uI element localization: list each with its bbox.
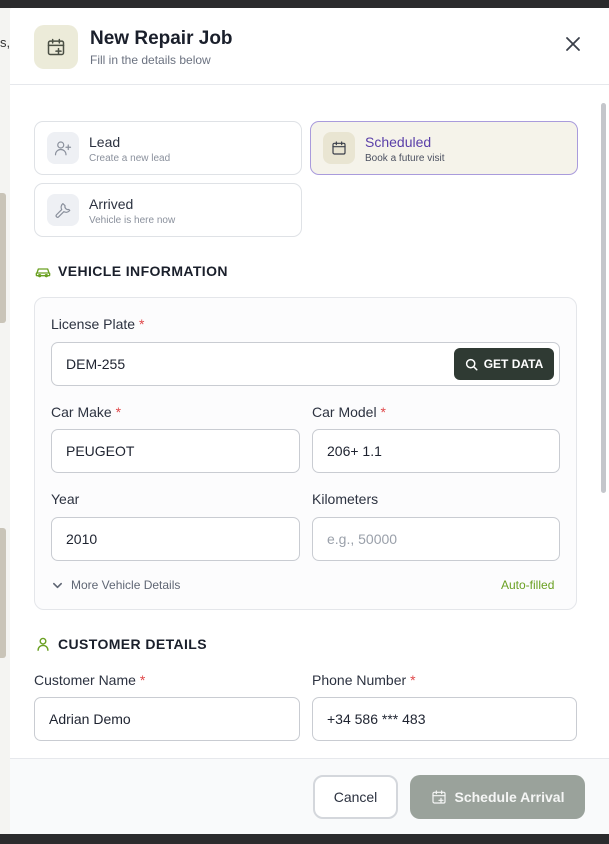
cancel-button[interactable]: Cancel (313, 775, 398, 819)
customer-name-label: Customer Name * (34, 672, 145, 688)
car-model-label-text: Car Model (312, 404, 377, 420)
phone-number-input[interactable] (312, 697, 577, 741)
job-type-label: Lead (89, 134, 121, 150)
get-data-label: GET DATA (483, 357, 544, 371)
background-card (0, 193, 6, 323)
schedule-arrival-button[interactable]: Schedule Arrival (410, 775, 585, 819)
phone-number-label: Phone Number * (312, 672, 416, 688)
kilometers-input[interactable] (312, 517, 560, 561)
required-marker: * (138, 316, 145, 332)
year-input[interactable] (51, 517, 300, 561)
calendar-icon (323, 132, 355, 164)
customer-name-input[interactable] (34, 697, 300, 741)
vehicle-section-label: VEHICLE INFORMATION (58, 263, 228, 279)
car-make-input[interactable] (51, 429, 300, 473)
schedule-arrival-label: Schedule Arrival (454, 789, 565, 805)
car-make-label: Car Make * (51, 404, 121, 420)
job-type-lead[interactable]: Lead Create a new lead (34, 121, 302, 175)
car-model-label: Car Model * (312, 404, 386, 420)
get-data-button[interactable]: GET DATA (454, 348, 554, 380)
modal-title: New Repair Job (90, 28, 233, 49)
vehicle-section-title: VEHICLE INFORMATION (34, 262, 228, 280)
job-type-description: Vehicle is here now (89, 215, 176, 226)
more-vehicle-details-toggle[interactable]: More Vehicle Details (52, 578, 180, 592)
modal-subtitle: Fill in the details below (90, 53, 211, 67)
required-marker: * (115, 404, 122, 420)
user-plus-icon (47, 132, 79, 164)
background-card (0, 528, 6, 658)
more-details-label: More Vehicle Details (71, 578, 181, 592)
year-label: Year (51, 491, 80, 507)
job-type-scheduled[interactable]: Scheduled Book a future visit (310, 121, 578, 175)
scrollbar-thumb[interactable] (601, 103, 606, 493)
close-button[interactable] (562, 33, 584, 55)
car-make-label-text: Car Make (51, 404, 112, 420)
required-marker: * (410, 672, 416, 688)
license-plate-label-text: License Plate (51, 316, 136, 332)
calendar-plus-icon (34, 25, 78, 69)
background-text: s, (0, 35, 11, 50)
required-marker: * (380, 404, 386, 420)
customer-name-label-text: Customer Name (34, 672, 136, 688)
modal-header: New Repair Job Fill in the details below (10, 8, 609, 85)
user-icon (34, 635, 52, 653)
auto-filled-badge: Auto-filled (501, 578, 555, 592)
job-type-label: Arrived (89, 196, 134, 212)
chevron-down-icon (53, 582, 62, 588)
kilometers-label: Kilometers (312, 491, 379, 507)
close-icon (566, 37, 580, 51)
job-type-label: Scheduled (365, 134, 432, 150)
license-plate-label: License Plate * (51, 316, 144, 332)
customer-section-label: CUSTOMER DETAILS (58, 636, 207, 652)
car-icon (34, 262, 52, 280)
calendar-plus-icon (431, 790, 446, 804)
new-repair-job-modal: New Repair Job Fill in the details below… (10, 8, 609, 834)
job-type-arrived[interactable]: Arrived Vehicle is here now (34, 183, 302, 237)
search-icon (465, 358, 478, 371)
customer-section-title: CUSTOMER DETAILS (34, 635, 207, 653)
car-model-input[interactable] (312, 429, 560, 473)
job-type-description: Create a new lead (89, 153, 171, 164)
job-type-description: Book a future visit (365, 153, 445, 164)
required-marker: * (139, 672, 146, 688)
wrench-icon (47, 194, 79, 226)
phone-number-label-text: Phone Number (312, 672, 407, 688)
